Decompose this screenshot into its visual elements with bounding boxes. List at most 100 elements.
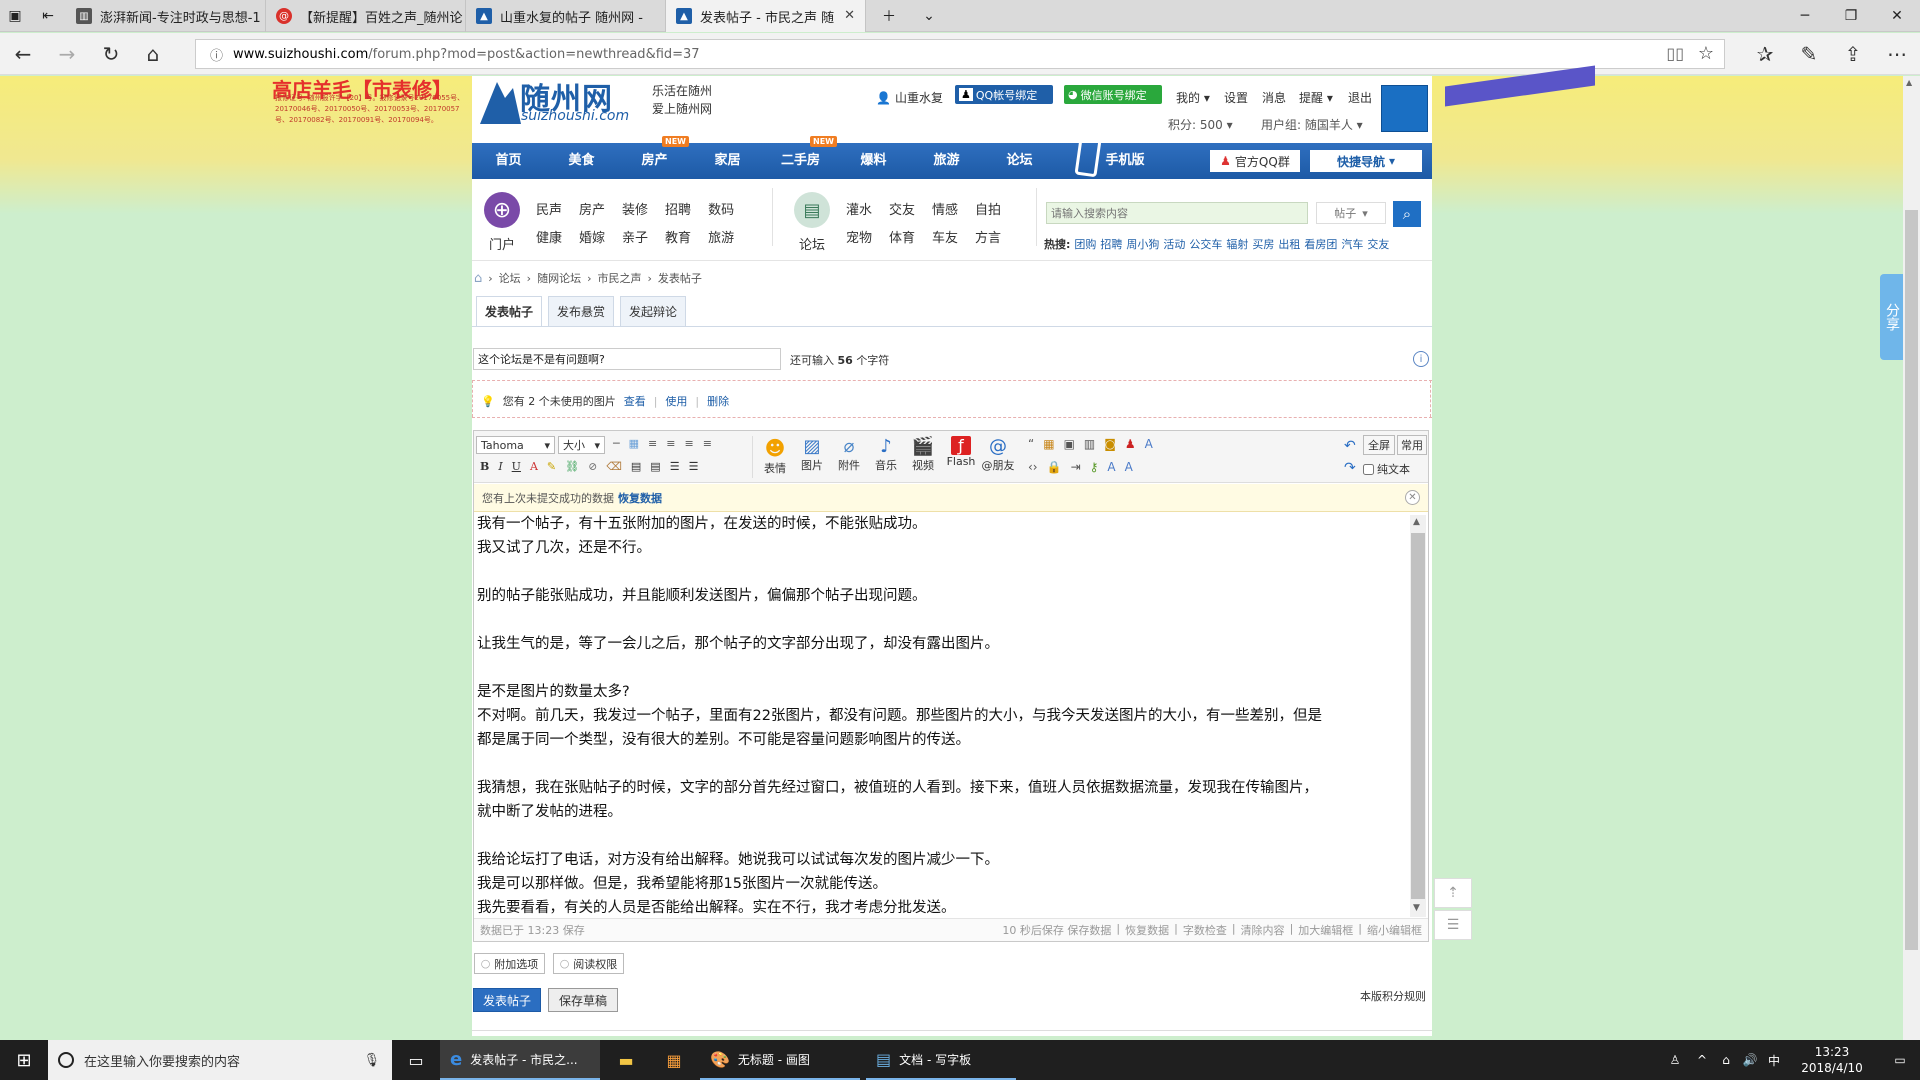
italic-icon[interactable]: I (498, 460, 502, 473)
restore-data-footer-link[interactable]: 恢复数据 (1125, 922, 1169, 938)
highlight-icon[interactable]: ✎ (547, 460, 556, 473)
forum-link[interactable]: 宠物 (846, 227, 872, 246)
taskbar-app-paint[interactable]: 🎨 无标题 - 画图 (700, 1040, 860, 1080)
top-link-messages[interactable]: 消息 (1262, 89, 1286, 106)
portal-link[interactable]: 婚嫁 (579, 227, 605, 246)
save-draft-button[interactable]: 保存草稿 (548, 988, 618, 1012)
top-link-reminders[interactable]: 提醒 ▾ (1299, 89, 1333, 106)
view-images-link[interactable]: 查看 (624, 393, 646, 409)
network-icon[interactable]: ⌂ (1714, 1040, 1738, 1080)
use-images-link[interactable]: 使用 (665, 393, 687, 409)
underline-icon[interactable]: U (512, 460, 521, 473)
scroll-up-icon[interactable]: ▲ (1413, 517, 1420, 527)
close-notice-icon[interactable]: ✕ (1405, 490, 1420, 505)
user-link[interactable]: 👤 山重水复 (876, 89, 943, 106)
browser-tab-baixing[interactable]: @ 【新提醒】百姓之声_随州论 (266, 0, 466, 32)
site-logo-icon[interactable] (475, 78, 525, 128)
plaintext-checkbox[interactable] (1363, 463, 1374, 475)
quote-icon[interactable]: “ (1028, 437, 1034, 451)
search-input[interactable] (1046, 202, 1308, 224)
password-key-icon[interactable]: ⚷ (1090, 460, 1099, 474)
float-right-icon[interactable]: ▤ (650, 460, 660, 473)
portal-link[interactable]: 装修 (622, 199, 648, 218)
align-justify-icon[interactable]: ≡ (703, 437, 712, 450)
hot-search-link[interactable]: 辐射 (1226, 236, 1248, 252)
search-type-select[interactable]: 帖子 ▾ (1316, 202, 1386, 224)
windows-start-icon[interactable]: ⊞ (0, 1040, 48, 1080)
show-hidden-icons-icon[interactable]: ^ (1690, 1040, 1714, 1080)
share-icon[interactable]: ⇪ (1830, 33, 1876, 75)
font-style-icon[interactable]: A (1145, 437, 1153, 451)
close-window-icon[interactable]: ✕ (1874, 0, 1920, 32)
browser-tab-new-post[interactable]: ▲ 发表帖子 - 市民之声 随 ✕ (666, 0, 866, 32)
store-icon[interactable]: ▦ (652, 1040, 696, 1080)
forward-arrow-icon[interactable]: → (44, 33, 90, 75)
portal-link[interactable]: 旅游 (708, 227, 734, 246)
portal-link[interactable]: 民声 (536, 199, 562, 218)
favorites-hub-icon[interactable]: ✰ (1742, 33, 1788, 75)
back-to-top-icon[interactable]: ⇡ (1434, 878, 1472, 908)
people-icon[interactable]: ♙ (1660, 1040, 1690, 1080)
breadcrumb-item[interactable]: 随网论坛 (537, 270, 581, 286)
credit-rules-link[interactable]: 本版积分规则 (1360, 988, 1426, 1004)
mention-friend-tool[interactable]: @ @朋友 (980, 436, 1016, 473)
submit-post-button[interactable]: 发表帖子 (473, 988, 541, 1012)
forum-link[interactable]: 灌水 (846, 199, 872, 218)
tab-new-thread[interactable]: 发表帖子 (476, 296, 542, 326)
list-view-icon[interactable]: ☰ (1434, 910, 1472, 940)
forum-link[interactable]: 交友 (889, 199, 915, 218)
portal-link[interactable]: 健康 (536, 227, 562, 246)
unordered-list-icon[interactable]: ☰ (689, 460, 699, 473)
font-color-icon[interactable]: A (530, 460, 538, 473)
float-left-icon[interactable]: ▤ (631, 460, 641, 473)
home-icon[interactable]: ⌂ (130, 33, 176, 75)
flash-tool[interactable]: ƒ Flash (943, 436, 979, 468)
undo-icon[interactable]: ↶ (1344, 438, 1356, 454)
nav-travel[interactable]: 旅游 (910, 143, 983, 179)
qr-code-badge[interactable] (1381, 85, 1428, 132)
portal-link[interactable]: 数码 (708, 199, 734, 218)
nav-forum[interactable]: 论坛 (983, 143, 1056, 179)
font-size-select[interactable]: 大小 ▾ (558, 436, 605, 454)
forum-label[interactable]: 论坛 (799, 234, 825, 253)
nav-home-decor[interactable]: 家居 (691, 143, 764, 179)
restore-data-link[interactable]: 恢复数据 (618, 490, 662, 506)
notification-center-icon[interactable]: ▭ (1880, 1040, 1920, 1080)
align-left-icon[interactable]: ≡ (648, 437, 657, 450)
taskbar-clock[interactable]: 13:23 2018/4/10 (1792, 1044, 1872, 1076)
restore-icon[interactable]: ❐ (1828, 0, 1874, 32)
web-note-pen-icon[interactable]: ✎ (1786, 33, 1832, 75)
close-tab-icon[interactable]: ✕ (844, 8, 855, 23)
nav-home[interactable]: 首页 (472, 143, 545, 179)
portal-link[interactable]: 招聘 (665, 199, 691, 218)
redo-icon[interactable]: ↷ (1344, 460, 1356, 476)
tab-preview-icon[interactable]: ▣ (0, 0, 30, 32)
page-scrollbar-thumb[interactable] (1905, 210, 1918, 950)
editor-scrollbar-thumb[interactable] (1411, 533, 1425, 899)
video-tool[interactable]: 🎬 视频 (906, 436, 940, 473)
delete-images-link[interactable]: 删除 (707, 393, 729, 409)
hot-search-link[interactable]: 周小狗 (1126, 236, 1159, 252)
tab-list-chevron-down-icon[interactable]: ⌄ (906, 0, 952, 32)
table-icon[interactable]: ▣ (1064, 437, 1075, 451)
word-count-link[interactable]: 字数检查 (1183, 922, 1227, 938)
hot-search-link[interactable]: 看房团 (1304, 236, 1337, 252)
emoji-tool[interactable]: ☻ 表情 (758, 436, 792, 476)
site-info-icon[interactable]: ⓘ (210, 45, 223, 64)
hidden-content-icon[interactable]: ▦ (1043, 437, 1054, 451)
unlink-icon[interactable]: ⊘ (588, 460, 597, 473)
qq-bind-button[interactable]: ♟ QQ帐号绑定 (955, 85, 1053, 104)
nav-mobile[interactable]: 手机版 (1056, 136, 1166, 179)
hot-search-link[interactable]: 出租 (1278, 236, 1300, 252)
forum-chat-icon[interactable]: ▤ (794, 192, 830, 228)
common-mode-button[interactable]: 常用 (1397, 435, 1427, 455)
wechat-bind-button[interactable]: ◕ 微信账号绑定 (1064, 85, 1162, 104)
indent-icon[interactable]: ⇥ (1071, 460, 1081, 474)
address-input[interactable]: ⓘ www.suizhoushi.com/forum.php?mod=post&… (195, 39, 1725, 69)
font-family-select[interactable]: Tahoma ▾ (476, 436, 555, 454)
input-method-indicator[interactable]: 中 (1762, 1040, 1786, 1080)
forum-link[interactable]: 自拍 (975, 199, 1001, 218)
portal-label[interactable]: 门户 (489, 234, 515, 253)
share-side-button[interactable]: 分享 (1880, 274, 1904, 360)
minimize-icon[interactable]: ─ (1782, 0, 1828, 32)
